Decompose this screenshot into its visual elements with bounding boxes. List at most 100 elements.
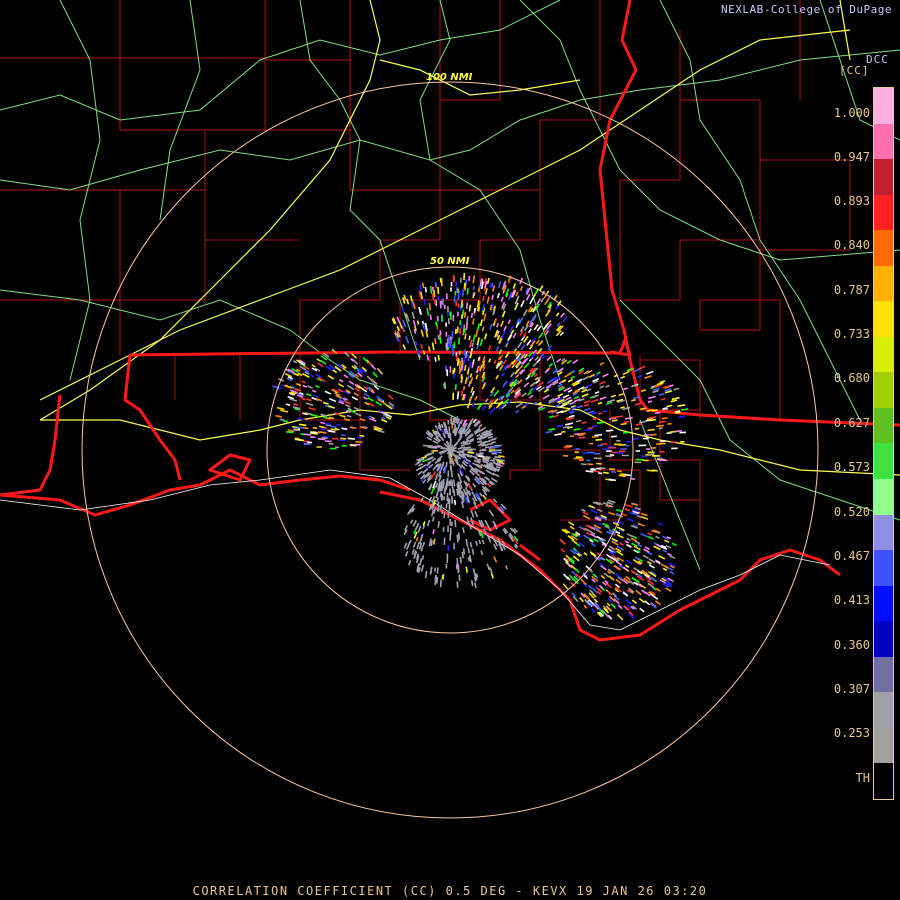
echo-gate bbox=[635, 589, 642, 596]
echo-gate bbox=[617, 470, 623, 473]
echo-gate bbox=[522, 312, 527, 317]
colorbar-label: 0.733 bbox=[833, 327, 870, 341]
echo-gate bbox=[680, 441, 685, 443]
colorbar-swatch bbox=[874, 514, 893, 551]
echo-gate bbox=[458, 368, 462, 375]
echo-gate bbox=[363, 396, 368, 400]
echo-gate bbox=[489, 323, 493, 331]
echo-gate bbox=[368, 402, 375, 408]
echo-gate bbox=[319, 431, 327, 434]
echo-gate bbox=[420, 343, 424, 350]
echo-gate bbox=[514, 368, 520, 375]
echo-gate bbox=[659, 451, 665, 453]
echo-gate bbox=[669, 570, 675, 575]
echo-gate bbox=[310, 436, 316, 439]
echo-gate bbox=[608, 575, 615, 581]
echo-gate bbox=[569, 525, 575, 530]
colorbar-swatch bbox=[874, 443, 893, 480]
echo-gate bbox=[563, 446, 571, 449]
echo-gate bbox=[465, 538, 469, 548]
echo-gate bbox=[457, 303, 460, 308]
echo-gate bbox=[481, 326, 485, 332]
echo-gate bbox=[581, 421, 587, 424]
echo-gate bbox=[436, 315, 439, 322]
echo-gate bbox=[467, 451, 475, 454]
echo-gate bbox=[598, 380, 606, 385]
echo-gate bbox=[658, 392, 665, 396]
echo-gate bbox=[354, 443, 361, 446]
echo-gate bbox=[618, 444, 626, 446]
echo-gate bbox=[597, 401, 603, 405]
echo-gate bbox=[625, 559, 633, 565]
echo-gate bbox=[337, 383, 345, 388]
echo-gate bbox=[437, 354, 440, 361]
echo-gate bbox=[453, 342, 456, 349]
echo-gate bbox=[447, 545, 450, 551]
echo-gate bbox=[417, 470, 423, 476]
echo-gate bbox=[426, 519, 431, 527]
echo-gate bbox=[602, 448, 610, 450]
echo-gate bbox=[456, 581, 459, 588]
echo-gate bbox=[616, 508, 622, 513]
echo-gate bbox=[587, 451, 595, 454]
state-borders bbox=[0, 0, 900, 642]
echo-gate bbox=[583, 407, 591, 412]
echo-gate bbox=[664, 539, 670, 543]
echo-gate bbox=[666, 404, 673, 408]
echo-gate bbox=[479, 452, 484, 455]
colorbar-label: 0.947 bbox=[833, 150, 870, 164]
echo-gate bbox=[468, 450, 473, 452]
echo-gate bbox=[405, 336, 410, 344]
echo-gate bbox=[624, 508, 630, 512]
echo-gate bbox=[519, 286, 524, 291]
echo-gate bbox=[476, 323, 480, 331]
echo-gate bbox=[422, 521, 426, 527]
colorbar-label: 0.787 bbox=[833, 283, 870, 297]
echo-gate bbox=[644, 375, 652, 380]
echo-gate bbox=[589, 442, 594, 445]
echo-gate bbox=[343, 374, 349, 379]
echo-gate bbox=[454, 519, 457, 528]
echo-gate bbox=[453, 542, 456, 550]
echo-gate bbox=[634, 427, 639, 430]
echo-gate bbox=[454, 384, 457, 391]
echo-gate bbox=[490, 572, 494, 579]
echo-gate bbox=[475, 329, 479, 338]
echo-gate bbox=[622, 370, 630, 376]
echo-gate bbox=[643, 433, 649, 437]
echo-gate bbox=[575, 448, 580, 450]
echo-gate bbox=[625, 598, 632, 605]
echo-gate bbox=[602, 409, 608, 413]
echo-gate bbox=[456, 391, 460, 400]
echo-gate bbox=[544, 297, 550, 306]
colorbar-label: 0.413 bbox=[833, 593, 870, 607]
colorbar-label: 0.627 bbox=[833, 416, 870, 430]
echo-gate bbox=[367, 397, 374, 402]
echo-gate bbox=[320, 359, 327, 365]
echo-gate bbox=[491, 294, 494, 300]
echo-gate bbox=[647, 453, 654, 456]
echo-gate bbox=[605, 582, 613, 589]
echo-gate bbox=[449, 533, 452, 541]
echo-gate bbox=[423, 468, 429, 473]
echo-gate bbox=[509, 371, 515, 378]
echo-gate bbox=[599, 362, 605, 366]
colorbar-swatch bbox=[874, 692, 893, 728]
echo-gate bbox=[476, 337, 480, 346]
echo-gate bbox=[449, 519, 452, 526]
echo-gate bbox=[301, 380, 306, 384]
echo-gate bbox=[451, 521, 453, 527]
echo-gate bbox=[497, 281, 502, 289]
echo-gate bbox=[596, 371, 601, 375]
colorbar-swatch bbox=[874, 656, 893, 693]
echo-gate bbox=[447, 419, 450, 425]
echo-gate bbox=[299, 423, 307, 427]
echo-gate bbox=[679, 431, 687, 434]
echo-gate bbox=[466, 288, 469, 295]
echo-gate bbox=[593, 470, 600, 473]
echo-gate bbox=[471, 548, 475, 555]
echo-gate bbox=[471, 455, 478, 459]
echo-gate bbox=[404, 551, 409, 557]
echo-gate bbox=[280, 409, 289, 413]
echo-gate bbox=[582, 375, 590, 381]
